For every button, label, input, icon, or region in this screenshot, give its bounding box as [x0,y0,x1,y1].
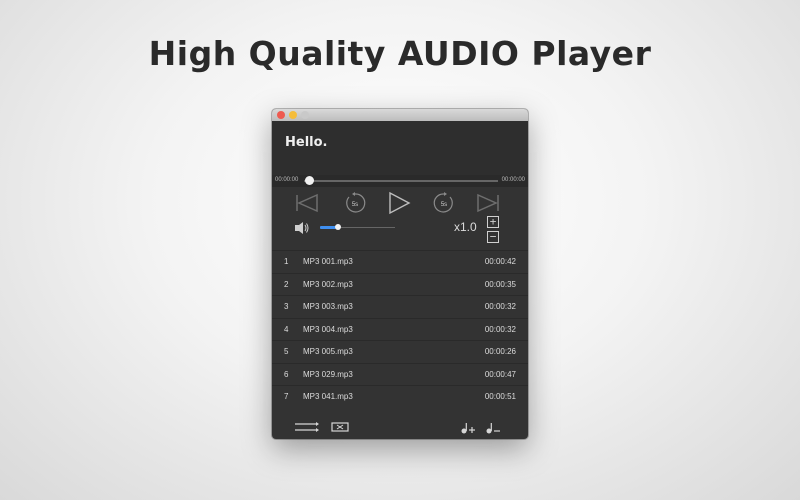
track-duration: 00:00:51 [484,392,516,401]
playlist-order-icon[interactable] [294,421,320,433]
track-duration: 00:00:32 [484,302,516,311]
track-name: MP3 004.mp3 [303,324,353,334]
volume-speed-row: x1.0 + − [272,216,528,247]
progress-knob[interactable] [305,176,314,185]
list-item[interactable]: 7 MP3 041.mp3 00:00:51 [272,385,528,408]
headline: High Quality AUDIO Player [148,34,652,73]
repeat-icon[interactable] [330,421,350,433]
rewind-5s-icon: 5s [346,192,366,213]
header-text: Hello. [285,135,328,150]
forward-label: 5s [441,202,447,208]
play-icon [389,191,411,215]
remove-track-icon[interactable] [485,421,501,435]
track-name: MP3 029.mp3 [303,369,353,379]
list-item[interactable]: 3 MP3 003.mp3 00:00:32 [272,295,528,318]
time-elapsed: 00:00:00 [275,177,299,183]
track-name: MP3 005.mp3 [303,347,353,356]
rewind-label: 5s [352,202,358,208]
play-button[interactable] [386,190,412,216]
track-duration: 00:00:47 [484,369,516,379]
playback-speed: x1.0 [454,220,477,234]
close-window-button[interactable] [277,111,285,119]
track-duration: 00:00:42 [484,257,516,266]
track-duration: 00:00:32 [484,324,516,334]
list-item[interactable]: 4 MP3 004.mp3 00:00:32 [272,317,528,341]
skip-previous-button[interactable] [294,190,320,216]
volume-knob[interactable] [335,224,341,230]
track-name: MP3 041.mp3 [303,392,353,401]
progress-bar[interactable]: 00:00:00 00:00:00 [272,175,528,187]
maximize-window-button[interactable] [301,111,309,119]
list-item[interactable]: 5 MP3 005.mp3 00:00:26 [272,340,528,363]
list-item[interactable]: 2 MP3 002.mp3 00:00:35 [272,272,528,296]
speed-decrease-button[interactable]: − [487,231,499,243]
forward-5s-button[interactable]: 5s [431,190,457,216]
track-number: 5 [284,347,289,356]
now-playing-header: Hello. [272,121,528,175]
list-item[interactable]: 6 MP3 029.mp3 00:00:47 [272,362,528,386]
time-total: 00:00:00 [501,177,525,183]
minimize-window-button[interactable] [289,111,297,119]
track-number: 7 [284,392,289,401]
rewind-5s-button[interactable]: 5s [342,190,368,216]
track-name: MP3 001.mp3 [303,257,353,266]
track-number: 4 [284,324,289,334]
skip-next-icon [477,193,499,213]
playlist: 1 MP3 001.mp3 00:00:42 2 MP3 002.mp3 00:… [272,250,528,408]
track-number: 6 [284,369,289,379]
audio-player-window: Hello. 00:00:00 00:00:00 5s 5s x1.0 + − … [272,109,528,439]
bottom-toolbar [272,417,528,439]
transport-controls: 5s 5s [272,187,528,217]
progress-track[interactable] [304,180,498,182]
list-item[interactable]: 1 MP3 001.mp3 00:00:42 [272,250,528,273]
track-number: 1 [284,257,289,266]
track-duration: 00:00:26 [484,347,516,356]
forward-5s-icon: 5s [433,192,453,213]
track-name: MP3 003.mp3 [303,302,353,311]
title-bar[interactable] [272,109,528,121]
track-name: MP3 002.mp3 [303,279,353,289]
track-number: 3 [284,302,289,311]
speed-increase-button[interactable]: + [487,216,499,228]
track-duration: 00:00:35 [484,279,516,289]
volume-fill [320,226,336,229]
speaker-icon[interactable] [294,221,310,235]
skip-next-button[interactable] [475,190,501,216]
skip-previous-icon [296,193,318,213]
add-track-icon[interactable] [460,421,476,435]
track-number: 2 [284,279,289,289]
